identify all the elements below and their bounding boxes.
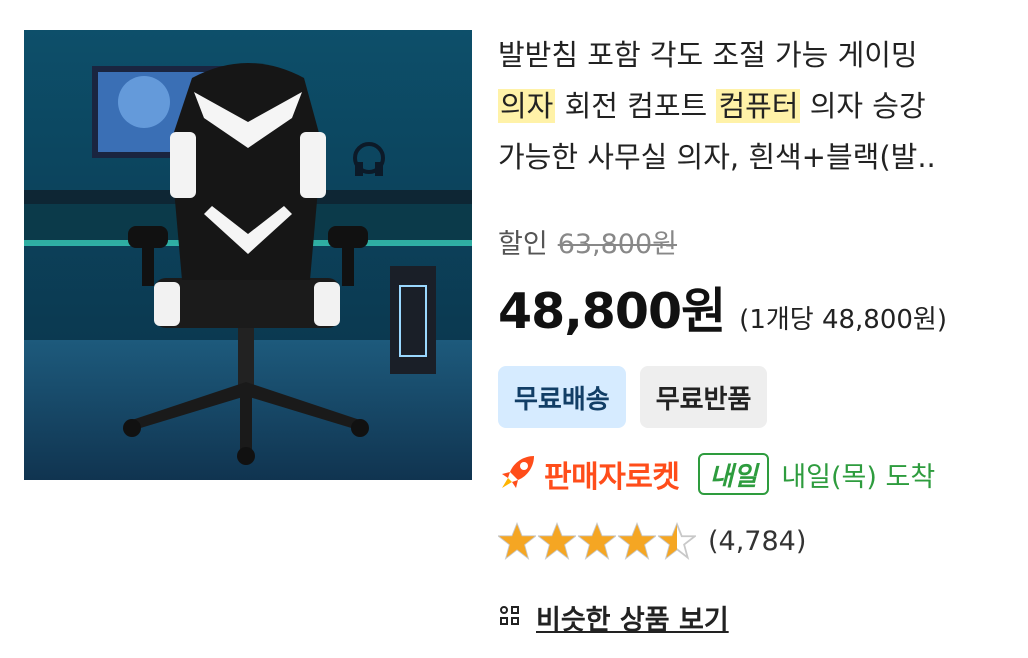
review-count: (4,784): [708, 525, 807, 557]
star-full-icon: [538, 522, 576, 560]
sale-price: 48,800원: [498, 283, 726, 340]
arrival-text: 내일(목) 도착: [781, 461, 936, 493]
badges: 무료배송 무료반품: [498, 366, 768, 428]
original-price: 63,800원: [557, 229, 678, 260]
rating-row[interactable]: (4,784): [498, 522, 806, 560]
title-text: 의자 승강: [800, 89, 926, 123]
star-full-icon: [578, 522, 616, 560]
product-image[interactable]: [24, 30, 472, 480]
star-rating: [498, 522, 696, 560]
title-line-1: 발받침 포함 각도 조절 가능 게이밍: [498, 38, 918, 72]
free-return-badge: 무료반품: [639, 366, 768, 428]
rocket-icon: [498, 452, 538, 496]
price-row: 48,800원 (1개당 48,800원): [498, 272, 947, 343]
similar-products-label: 비슷한 상품 보기: [536, 605, 729, 636]
product-title[interactable]: 발받침 포함 각도 조절 가능 게이밍 의자 회전 컴포트 컴퓨터 의자 승강 …: [498, 30, 1028, 183]
delivery-row: 판매자로켓 내일 내일(목) 도착: [498, 452, 935, 496]
similar-products-link[interactable]: 비슷한 상품 보기: [498, 598, 729, 637]
title-text: 회전 컴포트: [555, 89, 717, 123]
star-full-icon: [498, 522, 536, 560]
title-line-3: 가능한 사무실 의자, 흰색+블랙(발..: [498, 140, 936, 174]
title-highlight-chair: 의자: [498, 89, 556, 123]
title-line-2: 의자 회전 컴포트 컴퓨터 의자 승강: [498, 81, 1028, 132]
tomorrow-badge: 내일: [697, 453, 770, 495]
seller-rocket-label: 판매자로켓: [544, 460, 680, 495]
star-half-icon: [658, 522, 696, 560]
discount-row: 할인 63,800원: [498, 222, 677, 261]
title-highlight-computer: 컴퓨터: [716, 89, 801, 123]
star-full-icon: [618, 522, 656, 560]
gaming-chair-photo: [24, 30, 472, 480]
discount-label: 할인: [498, 229, 548, 260]
free-shipping-badge: 무료배송: [498, 366, 626, 428]
grid-icon: [498, 604, 522, 632]
unit-price: (1개당 48,800원): [739, 305, 948, 335]
